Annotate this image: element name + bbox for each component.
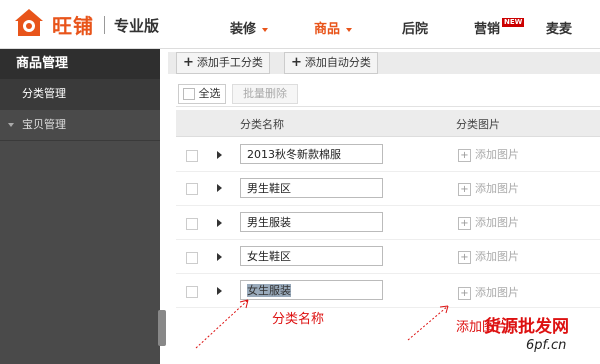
watermark-text: 货源批发网 xyxy=(484,317,569,337)
arrowhead-icon xyxy=(439,305,449,314)
watermark-url: 6pf.cn xyxy=(526,338,567,353)
annotation-category-name: 分类名称 xyxy=(272,312,325,327)
arrow-line xyxy=(407,305,449,341)
arrow-line xyxy=(195,299,249,349)
